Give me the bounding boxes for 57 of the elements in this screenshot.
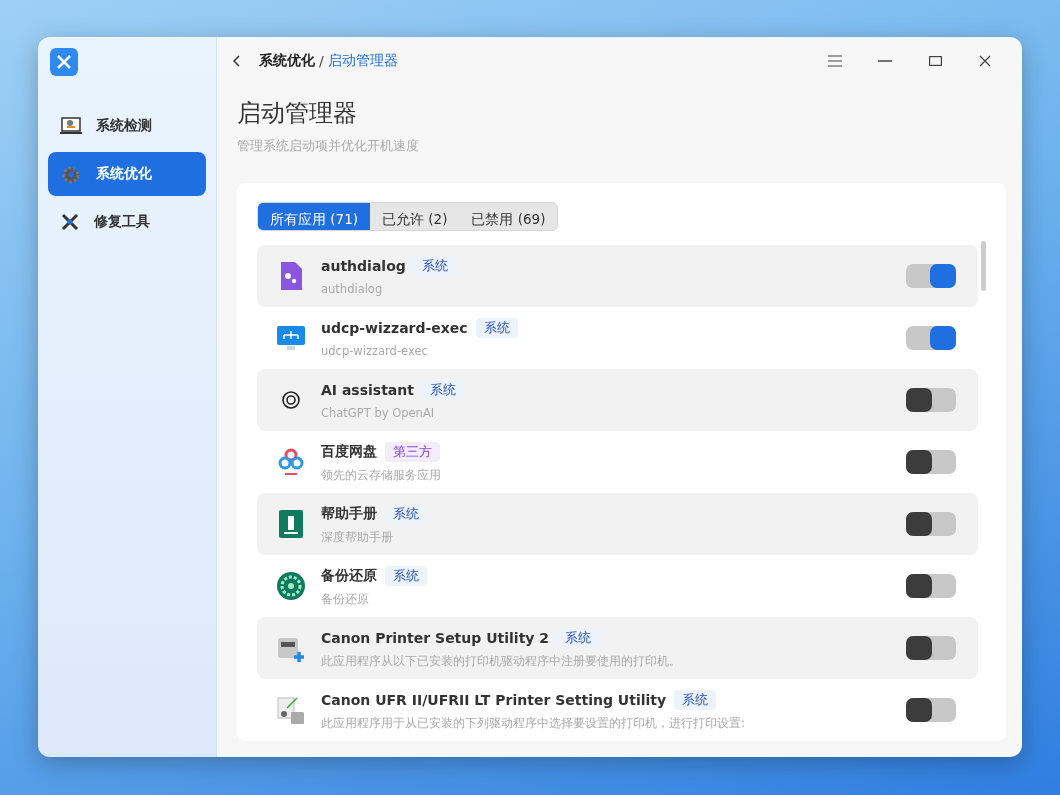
startup-toggle[interactable]	[906, 326, 956, 350]
app-tag: 系统	[557, 627, 600, 648]
filter-tab[interactable]: 已禁用 (69)	[459, 203, 558, 230]
app-name: Canon Printer Setup Utility 2	[321, 629, 550, 646]
app-name: 备份还原	[321, 566, 377, 585]
app-name: Canon UFR II/UFRII LT Printer Setting Utility	[321, 691, 667, 708]
app-description: udcp-wizzard-exec	[321, 344, 429, 358]
scrollbar[interactable]	[981, 241, 986, 291]
startup-toggle[interactable]	[906, 636, 956, 660]
minimize-icon	[878, 60, 892, 62]
sidebar-label: 系统检测	[96, 117, 152, 135]
app-description: ChatGPT by OpenAI	[321, 406, 436, 420]
breadcrumb-current: 启动管理器	[327, 52, 398, 70]
gear-icon	[60, 163, 82, 185]
startup-toggle[interactable]	[906, 574, 956, 598]
app-name: authdialog	[321, 258, 406, 274]
app-tag: 系统	[421, 380, 464, 400]
app-name: 百度网盘	[321, 442, 377, 461]
sidebar-item[interactable]: 修复工具	[48, 200, 206, 244]
app-name: 帮助手册	[321, 504, 377, 523]
app-tag: 第三方	[385, 441, 440, 462]
sidebar-label: 修复工具	[94, 213, 150, 231]
app-description: 深度帮助手册	[321, 529, 394, 545]
startup-toggle[interactable]	[906, 264, 956, 288]
startup-toggle[interactable]	[906, 450, 956, 474]
menu-icon	[828, 55, 842, 67]
filter-tab[interactable]: 已允许 (2)	[370, 203, 460, 230]
back-icon[interactable]	[231, 54, 243, 68]
app-description: 备份还原	[321, 591, 370, 607]
app-tag: 系统	[385, 503, 427, 524]
close-icon	[979, 55, 991, 67]
app-tag: 系统	[413, 256, 456, 276]
startup-toggle[interactable]	[906, 512, 956, 536]
page-subtitle: 管理系统启动项并优化开机速度	[237, 137, 420, 155]
app-tag: 系统	[674, 689, 717, 710]
app-tag: 系统	[475, 318, 518, 338]
sidebar-item[interactable]: 系统检测	[48, 104, 206, 148]
app-name: AI assistant	[321, 382, 414, 398]
breadcrumb-separator: /	[319, 53, 324, 69]
maximize-icon	[928, 56, 942, 66]
tools-icon	[60, 212, 80, 232]
app-description: 此应用程序从以下已安装的打印机驱动程序中注册要使用的打印机。	[321, 653, 682, 669]
app-description: authdialog	[321, 282, 384, 296]
startup-toggle[interactable]	[906, 388, 956, 412]
tools-logo-icon	[50, 48, 78, 76]
gear-icon	[275, 570, 307, 602]
sidebar-item[interactable]: 系统优化	[48, 152, 206, 196]
laptop-icon	[60, 117, 82, 135]
page-title: 启动管理器	[237, 98, 358, 129]
app-description: 此应用程序用于从已安装的下列驱动程序中选择要设置的打印机，进行打印设置:	[321, 715, 746, 731]
sidebar-label: 系统优化	[96, 165, 152, 183]
app-name: udcp-wizzard-exec	[321, 320, 468, 336]
app-tag: 系统	[385, 565, 427, 586]
filter-tab[interactable]: 所有应用 (71)	[258, 203, 370, 230]
breadcrumb-parent[interactable]: 系统优化	[259, 52, 315, 70]
startup-toggle[interactable]	[906, 698, 956, 722]
app-description: 领先的云存储服务应用	[321, 467, 442, 483]
